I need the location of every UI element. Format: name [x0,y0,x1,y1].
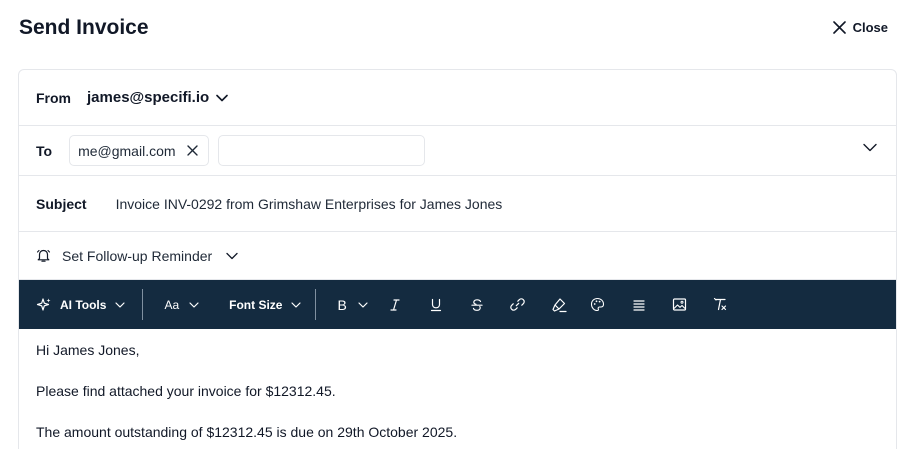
from-label: From [36,89,71,106]
sparkle-icon [36,297,52,313]
recipient-email: me@gmail.com [78,142,176,159]
formatting-toolbar: AI Tools Aa Font Size B [19,280,896,329]
underline-icon[interactable] [427,296,445,314]
toolbar-divider [315,289,317,320]
to-input[interactable] [217,135,425,166]
dialog-header: Send Invoice Close [0,0,900,60]
link-icon[interactable] [509,296,527,314]
close-label: Close [852,20,888,35]
follow-up-reminder[interactable]: Set Follow-up Reminder [19,232,896,280]
bold-label: B [337,296,347,313]
subject-input[interactable]: Invoice INV-0292 from Grimshaw Enterpris… [116,196,503,212]
body-line: Hi James Jones, [36,342,140,358]
to-label: To [36,142,53,159]
color-palette-icon[interactable] [589,296,607,314]
chevron-down-icon [216,94,228,102]
close-button[interactable]: Close [832,20,888,35]
from-row: From james@specifi.io [19,70,896,126]
chevron-down-icon[interactable] [863,143,877,152]
ai-tools-dropdown[interactable]: AI Tools [36,297,126,313]
from-select[interactable]: james@specifi.io [87,89,228,106]
font-family-dropdown[interactable]: Aa [164,298,199,312]
font-size-label: Font Size [229,297,283,312]
highlight-icon[interactable] [550,296,568,314]
remove-recipient-icon[interactable] [186,145,198,156]
strikethrough-icon[interactable] [468,296,486,314]
message-body[interactable]: Hi James Jones, Please find attached you… [36,340,457,449]
bold-dropdown[interactable]: B [337,296,368,313]
subject-label: Subject [36,195,87,212]
font-size-dropdown[interactable]: Font Size [229,297,302,312]
chevron-down-icon [115,301,126,308]
image-icon[interactable] [671,296,689,314]
to-row: To me@gmail.com [19,126,896,176]
dialog-title: Send Invoice [19,16,149,39]
subject-row: Subject Invoice INV-0292 from Grimshaw E… [19,176,896,232]
italic-icon[interactable] [386,296,404,314]
clear-format-icon[interactable] [712,296,730,314]
ai-tools-label: AI Tools [60,297,107,312]
toolbar-divider [142,289,144,320]
body-line: The amount outstanding of $12312.45 is d… [36,424,458,440]
chevron-down-icon [189,301,199,308]
align-icon[interactable] [630,296,648,314]
chevron-down-icon [226,252,238,260]
bell-icon [36,248,51,263]
chevron-down-icon [291,301,302,308]
chevron-down-icon [358,301,368,308]
recipient-chip: me@gmail.com [69,135,209,166]
close-icon [832,21,846,34]
email-composer: From james@specifi.io To me@gmail.com Su… [18,69,897,449]
body-line: Please find attached your invoice for $1… [36,383,336,399]
font-family-label: Aa [164,297,180,312]
reminder-label: Set Follow-up Reminder [62,247,213,264]
from-value: james@specifi.io [87,89,210,106]
